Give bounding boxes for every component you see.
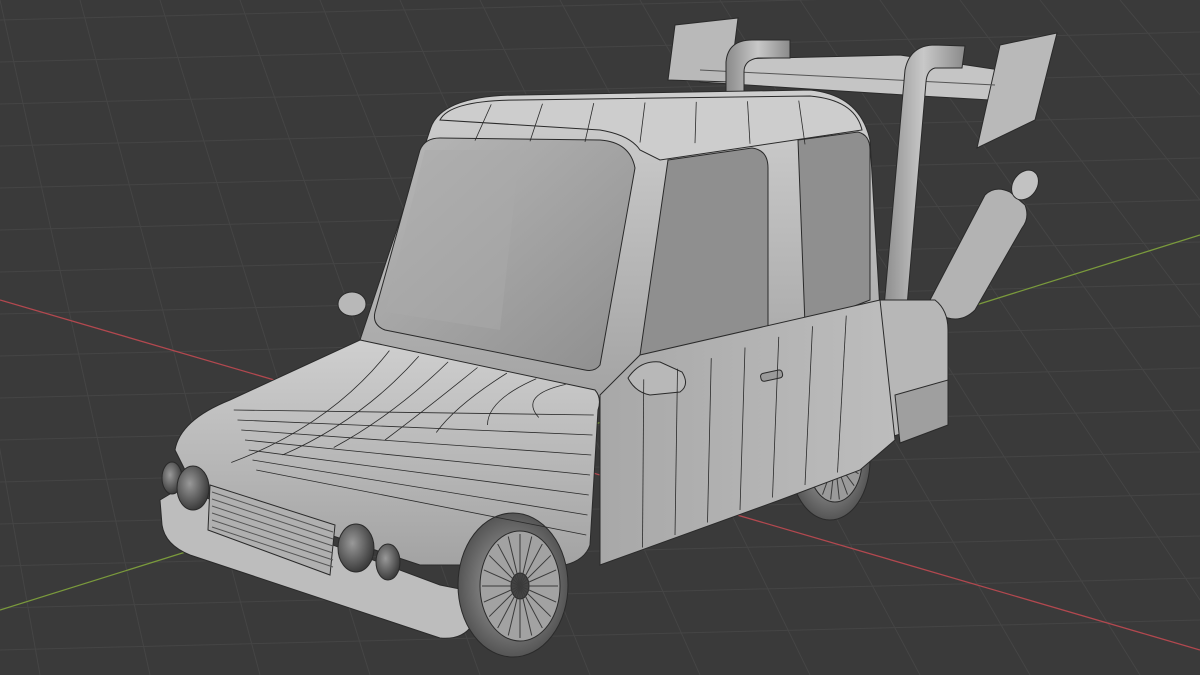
3d-viewport[interactable] xyxy=(0,0,1200,675)
viewport-canvas[interactable] xyxy=(0,0,1200,675)
muffler xyxy=(929,169,1039,320)
car-mesh[interactable] xyxy=(159,17,1058,658)
front-wheel xyxy=(457,512,569,658)
windshield xyxy=(374,137,636,371)
